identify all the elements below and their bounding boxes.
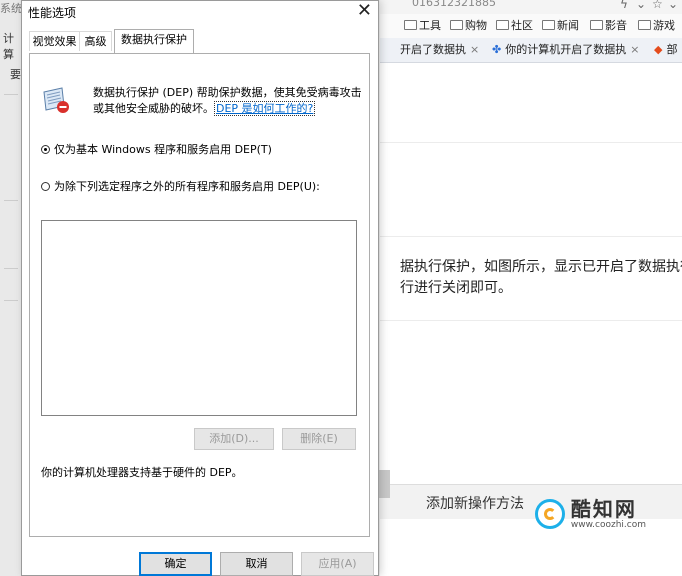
browser-tab[interactable]: ✤ 你的计算机开启了数据执 × — [492, 41, 639, 57]
radio-button[interactable] — [41, 181, 50, 191]
divider — [380, 142, 682, 143]
background-scroll-element — [378, 470, 390, 498]
watermark-name: 酷知网 — [570, 497, 637, 521]
excluded-programs-list[interactable] — [41, 220, 357, 416]
divider — [4, 94, 18, 95]
chevron-down-icon[interactable]: ⌄ — [668, 0, 678, 11]
radio-essential-programs[interactable]: 仅为基本 Windows 程序和服务启用 DEP(T) — [41, 141, 272, 157]
dep-shield-icon — [43, 87, 69, 113]
article-text: 据执行保护，如图所示，显示已开启了数据执行 行进行关闭即可。 — [400, 259, 682, 296]
bg-left-text: 计算 — [3, 32, 14, 61]
bookmark-media[interactable]: 影音 — [590, 17, 627, 33]
star-icon[interactable]: ☆ — [652, 0, 663, 11]
delete-program-button[interactable]: 删除(E) — [282, 428, 356, 450]
radio-all-programs-except[interactable]: 为除下列选定程序之外的所有程序和服务启用 DEP(U): — [41, 178, 320, 194]
folder-icon — [450, 20, 463, 30]
divider — [380, 236, 682, 237]
apply-button[interactable]: 应用(A) — [301, 552, 374, 576]
paw-icon: ✤ — [492, 42, 502, 56]
bookmark-games[interactable]: 游戏 — [638, 17, 675, 33]
folder-icon — [496, 20, 509, 30]
browser-tab[interactable]: 开启了数据执 × — [400, 41, 479, 57]
tab-data-execution-prevention[interactable]: 数据执行保护 — [114, 29, 194, 53]
address-text: 016312321885 — [412, 0, 496, 9]
browser-tab-strip: 开启了数据执 × ✤ 你的计算机开启了数据执 × ◆ 部 — [380, 38, 682, 63]
bookmark-shopping[interactable]: 购物 — [450, 17, 487, 33]
divider — [4, 300, 18, 301]
dep-tab-panel: 数据执行保护 (DEP) 帮助保护数据，使其免受病毒攻击或其他安全威胁的破坏。 D… — [29, 53, 370, 537]
bookmarks-bar: 工具 购物 社区 新闻 影音 游戏 — [380, 14, 682, 39]
tab-close-icon[interactable]: × — [470, 43, 479, 56]
dialog-titlebar[interactable]: 性能选项 ✕ — [22, 0, 378, 23]
folder-icon — [638, 20, 651, 30]
folder-icon — [404, 20, 417, 30]
dep-how-it-works-link[interactable]: DEP 是如何工作的? — [214, 101, 316, 116]
radio-button[interactable] — [41, 144, 50, 154]
bookmark-news[interactable]: 新闻 — [542, 17, 579, 33]
hardware-dep-support-text: 你的计算机处理器支持基于硬件的 DEP。 — [41, 466, 243, 479]
background-window-left: 系统 计算 要 — [0, 0, 23, 576]
watermark: 酷知网 www.coozhi.com — [534, 497, 646, 530]
ok-button[interactable]: 确定 — [139, 552, 212, 576]
flame-icon: ◆ — [654, 42, 663, 56]
divider — [380, 320, 682, 321]
address-bar[interactable]: 016312321885 ϟ ⌄ ☆ ⌄ — [380, 0, 682, 15]
folder-icon — [590, 20, 603, 30]
add-program-button[interactable]: 添加(D)... — [194, 428, 274, 450]
cancel-button[interactable]: 取消 — [220, 552, 293, 576]
bookmark-community[interactable]: 社区 — [496, 17, 533, 33]
tab-visual-effects[interactable]: 视觉效果 — [29, 31, 80, 51]
folder-icon — [542, 20, 555, 30]
close-icon[interactable]: ✕ — [357, 0, 372, 21]
divider — [4, 268, 18, 269]
tab-advanced[interactable]: 高级 — [79, 31, 112, 51]
bg-left-text: 要 — [10, 68, 21, 81]
bg-left-text: 系统 — [0, 2, 22, 15]
bookmark-tools[interactable]: 工具 — [404, 17, 441, 33]
dep-description: 数据执行保护 (DEP) 帮助保护数据，使其免受病毒攻击或其他安全威胁的破坏。 D… — [93, 86, 362, 116]
background-browser: 016312321885 ϟ ⌄ ☆ ⌄ 工具 购物 社区 新闻 影音 游戏 开… — [380, 0, 682, 576]
performance-options-dialog: 性能选项 ✕ 视觉效果 高级 数据执行保护 数据执行保护 (DEP) 帮助保护数… — [21, 0, 379, 576]
add-method-button[interactable]: 添加新操作方法 — [426, 493, 524, 513]
coozhi-logo-icon — [534, 499, 565, 529]
chevron-down-icon[interactable]: ⌄ — [636, 0, 646, 11]
divider — [4, 200, 18, 201]
dialog-title: 性能选项 — [28, 6, 77, 20]
lightning-icon[interactable]: ϟ — [620, 0, 628, 11]
watermark-url: www.coozhi.com — [570, 520, 646, 530]
tab-close-icon[interactable]: × — [630, 43, 639, 56]
browser-tab[interactable]: ◆ 部 — [654, 41, 677, 57]
